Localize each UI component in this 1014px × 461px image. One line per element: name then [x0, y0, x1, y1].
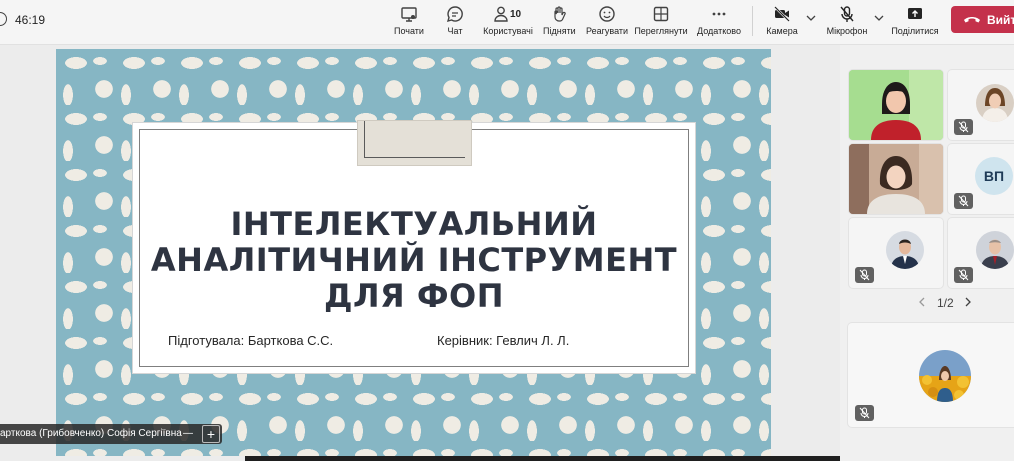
gallery-page-indicator: 1/2 [937, 296, 954, 310]
microphone-button[interactable]: Мікрофон [825, 3, 869, 41]
zoom-out-button[interactable]: — [183, 428, 193, 439]
participant-avatar [886, 231, 924, 269]
microphone-options-chevron-icon[interactable] [874, 14, 884, 22]
slide-author: Підготувала: Барткова С.С. [168, 333, 334, 348]
recording-indicator-icon [0, 12, 7, 26]
participant-video [849, 70, 943, 140]
shared-content-stage: ІНТЕЛЕКТУАЛЬНИЙ АНАЛІТИЧНИЙ ІНСТРУМЕНТ Д… [0, 45, 840, 461]
participant-tile[interactable] [849, 144, 943, 214]
mic-off-icon [958, 121, 969, 133]
people-button[interactable]: 10 Користувачі [482, 3, 534, 41]
muted-indicator [954, 267, 973, 283]
muted-indicator [954, 119, 973, 135]
presenter-name-chip: арткова (Грибовченко) Софія Сергіївна — … [0, 424, 222, 444]
slide-title: ІНТЕЛЕКТУАЛЬНИЙ АНАЛІТИЧНИЙ ІНСТРУМЕНТ Д… [150, 205, 678, 315]
meeting-toolbar: 46:19 Почати Чат 10 Користувачі Підняти … [0, 0, 1014, 45]
participant-tile[interactable] [849, 218, 943, 288]
camera-options-chevron-icon[interactable] [806, 14, 816, 22]
raise-hand-button[interactable]: Підняти [543, 3, 576, 41]
presenter-name: арткова (Грибовченко) Софія Сергіївна [0, 428, 182, 439]
react-button[interactable]: Реагувати [586, 3, 628, 41]
participant-video [849, 144, 943, 214]
participant-tile[interactable] [948, 70, 1014, 140]
screen-icon [401, 7, 417, 22]
view-button[interactable]: Переглянути [634, 3, 688, 41]
more-button[interactable]: Додатково [696, 3, 742, 41]
camera-off-icon [774, 6, 790, 22]
toolbar-divider [752, 6, 753, 36]
self-preview-tile[interactable] [848, 323, 1014, 427]
slide-supervisor: Керівник: Гевлич Л. Л. [437, 333, 570, 348]
mic-off-icon [859, 407, 870, 419]
chat-icon [446, 6, 463, 23]
participant-tile[interactable]: ВП [948, 144, 1014, 214]
zoom-in-button[interactable]: + [202, 425, 220, 443]
grid-icon [653, 6, 669, 22]
smiley-icon [599, 6, 615, 22]
participant-tile[interactable] [948, 218, 1014, 288]
mic-off-icon [958, 195, 969, 207]
participant-count: 10 [510, 9, 522, 20]
slide-title-card: ІНТЕЛЕКТУАЛЬНИЙ АНАЛІТИЧНИЙ ІНСТРУМЕНТ Д… [133, 120, 695, 373]
muted-indicator [855, 405, 874, 421]
participant-avatar [976, 231, 1014, 269]
share-screen-icon [908, 8, 922, 19]
next-page-icon[interactable] [964, 297, 972, 307]
share-button[interactable]: Поділитися [890, 3, 940, 41]
hand-icon [554, 6, 566, 22]
microphone-off-icon [840, 6, 854, 22]
participant-tile[interactable] [849, 70, 943, 140]
participant-initials: ВП [975, 157, 1013, 195]
people-icon [494, 6, 508, 22]
self-avatar [919, 350, 971, 402]
presentation-slide: ІНТЕЛЕКТУАЛЬНИЙ АНАЛІТИЧНИЙ ІНСТРУМЕНТ Д… [56, 49, 771, 456]
tape-decoration [357, 120, 472, 166]
hang-up-icon [964, 17, 980, 23]
muted-indicator [954, 193, 973, 209]
meeting-timer: 46:19 [0, 12, 45, 27]
camera-button[interactable]: Камера [765, 3, 799, 41]
mic-off-icon [859, 269, 870, 281]
start-button[interactable]: Почати [393, 3, 425, 41]
leave-button[interactable]: Вийти [951, 6, 1014, 33]
mic-off-icon [958, 269, 969, 281]
previous-page-icon[interactable] [918, 297, 926, 307]
chat-button[interactable]: Чат [440, 3, 470, 41]
more-dots-icon [712, 12, 726, 16]
participants-gallery: ВП 1/2 [840, 45, 1014, 461]
muted-indicator [855, 267, 874, 283]
participant-avatar [976, 84, 1014, 122]
